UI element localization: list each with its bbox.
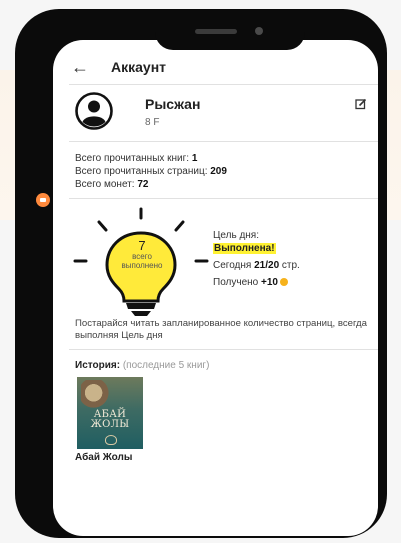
front-camera <box>255 27 263 35</box>
stat-coins: Всего монет: 72 <box>75 179 149 190</box>
user-class: 8 F <box>145 117 160 128</box>
divider <box>69 84 378 85</box>
phone-notch <box>155 18 305 50</box>
reward-received: Получено +10 <box>213 277 288 288</box>
cover-title: АБАЙ ЖОЛЫ <box>90 409 130 430</box>
user-name: Рысжан <box>145 96 201 112</box>
back-arrow-icon[interactable]: ← <box>71 58 89 76</box>
completed-count: 7 <box>138 238 146 253</box>
app-screen: ← Аккаунт Рысжан 8 F Всего прочитанных к… <box>53 40 378 536</box>
divider <box>69 198 378 199</box>
page-title: Аккаунт <box>111 59 167 75</box>
speaker-grille <box>195 29 237 34</box>
daily-goal-status: Выполнена! <box>213 243 276 254</box>
reading-stats: Всего прочитанных книг: 1 Всего прочитан… <box>75 152 227 191</box>
stat-pages: Всего прочитанных страниц: 209 <box>75 166 227 177</box>
edit-icon[interactable] <box>355 98 367 110</box>
daily-goal-label: Цель дня: <box>213 230 260 241</box>
cover-ornament-icon <box>105 435 117 445</box>
history-heading: История: (последние 5 книг) <box>75 360 210 371</box>
goal-hint: Постарайся читать запланированное количе… <box>75 318 367 341</box>
cover-portrait-image <box>81 380 109 412</box>
completed-caption: всего выполнено <box>121 252 163 270</box>
divider <box>69 141 378 142</box>
floating-toggle-icon[interactable] <box>36 193 50 207</box>
app-bar: ← Аккаунт <box>53 54 378 82</box>
phone-frame: ← Аккаунт Рысжан 8 F Всего прочитанных к… <box>15 9 387 538</box>
user-avatar-icon <box>75 92 113 130</box>
book-title[interactable]: Абай Жолы <box>75 452 132 463</box>
today-progress: Сегодня 21/20 стр. <box>213 260 300 271</box>
coin-icon <box>279 278 288 286</box>
divider <box>69 349 378 350</box>
book-cover[interactable]: АБАЙ ЖОЛЫ <box>77 377 143 449</box>
stage: ← Аккаунт Рысжан 8 F Всего прочитанных к… <box>0 0 401 543</box>
stat-books: Всего прочитанных книг: 1 <box>75 153 198 164</box>
